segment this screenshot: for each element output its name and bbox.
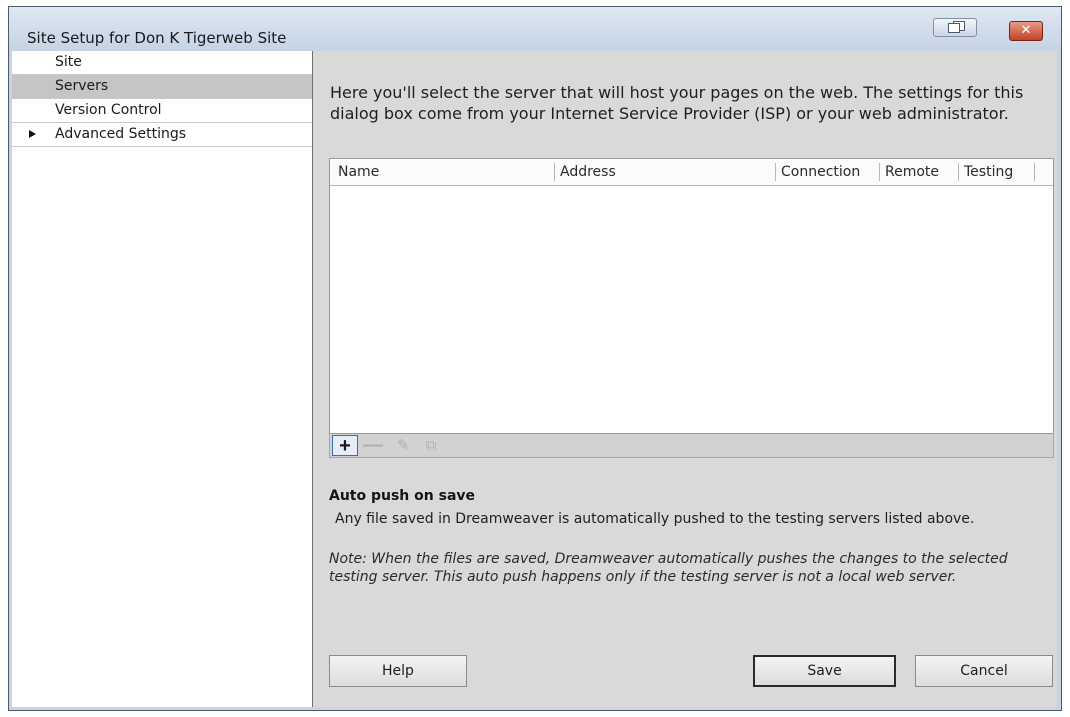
minus-icon: — — [363, 434, 383, 456]
column-divider[interactable] — [554, 163, 555, 181]
servers-table-header: Name Address Connection Remote Testing — [330, 159, 1053, 186]
title-bar: Site Setup for Don K Tigerweb Site ✕ — [9, 7, 1061, 51]
sidebar-item-version-control[interactable]: Version Control — [12, 99, 312, 123]
column-header-name[interactable]: Name — [338, 164, 379, 180]
site-setup-dialog: Site Setup for Don K Tigerweb Site ✕ Sit… — [8, 6, 1062, 711]
add-server-button[interactable]: + — [332, 435, 358, 457]
servers-table[interactable]: Name Address Connection Remote Testing — [329, 158, 1054, 434]
sidebar-item-label: Advanced Settings — [55, 126, 187, 142]
column-header-address[interactable]: Address — [560, 164, 616, 180]
save-button[interactable]: Save — [753, 655, 896, 687]
remove-server-button[interactable]: — — [360, 435, 386, 456]
sidebar-item-servers[interactable]: Servers — [12, 75, 312, 99]
servers-intro-text: Here you'll select the server that will … — [330, 83, 1024, 123]
expand-arrow-icon[interactable] — [29, 130, 36, 138]
auto-push-heading: Auto push on save — [329, 488, 476, 504]
close-icon: ✕ — [1020, 23, 1032, 38]
sidebar-item-label: Servers — [55, 78, 109, 94]
column-divider[interactable] — [958, 163, 959, 181]
sidebar-item-advanced-settings[interactable]: Advanced Settings — [12, 123, 312, 147]
sidebar-item-label: Version Control — [55, 102, 162, 118]
help-button[interactable]: Help — [329, 655, 467, 687]
duplicate-icon: ⧉ — [425, 437, 437, 454]
restore-window-button[interactable] — [933, 18, 977, 37]
window-title: Site Setup for Don K Tigerweb Site — [27, 29, 287, 47]
auto-push-description: Any file saved in Dreamweaver is automat… — [335, 511, 975, 527]
server-list-toolbar: + — ✎ ⧉ — [329, 434, 1054, 458]
sidebar-item-site[interactable]: Site — [12, 51, 312, 75]
column-header-testing[interactable]: Testing — [964, 164, 1013, 180]
cancel-button[interactable]: Cancel — [915, 655, 1053, 687]
close-button[interactable]: ✕ — [1009, 21, 1043, 41]
auto-push-note: Note: When the files are saved, Dreamwea… — [329, 551, 1008, 585]
plus-icon: + — [339, 435, 351, 457]
pencil-icon: ✎ — [396, 437, 410, 454]
column-divider[interactable] — [775, 163, 776, 181]
column-divider[interactable] — [1034, 163, 1035, 181]
edit-server-button[interactable]: ✎ — [390, 435, 416, 456]
column-header-remote[interactable]: Remote — [885, 164, 939, 180]
dialog-body: Site Servers Version Control Advanced Se… — [12, 51, 1057, 707]
sidebar-item-label: Site — [55, 54, 82, 70]
column-header-connection[interactable]: Connection — [781, 164, 860, 180]
column-divider[interactable] — [879, 163, 880, 181]
category-sidebar: Site Servers Version Control Advanced Se… — [12, 51, 313, 707]
duplicate-server-button[interactable]: ⧉ — [418, 435, 444, 456]
